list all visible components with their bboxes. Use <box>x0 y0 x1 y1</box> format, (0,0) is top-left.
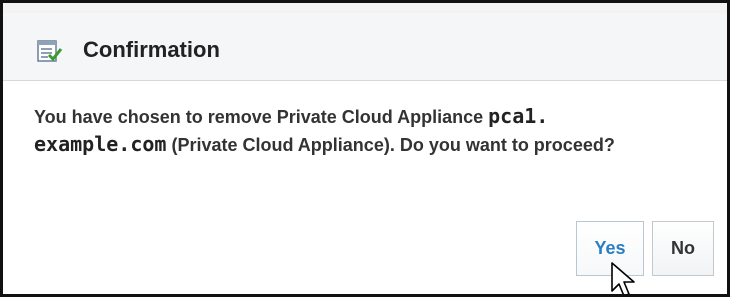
target-hostname-part1: pca1. <box>488 104 549 128</box>
dialog-header: Confirmation <box>3 13 727 81</box>
dialog-title: Confirmation <box>83 37 220 62</box>
message-text-end: (Private Cloud Appliance). Do you want t… <box>166 135 615 155</box>
confirmation-dialog: Confirmation You have chosen to remove P… <box>0 0 730 297</box>
confirmation-icon <box>37 40 62 62</box>
dialog-message: You have chosen to remove Private Cloud … <box>34 103 714 159</box>
message-text-start: You have chosen to remove Private Cloud … <box>34 107 489 127</box>
background-window-strip <box>3 3 727 13</box>
no-button[interactable]: No <box>652 221 714 276</box>
target-hostname-part2: example.com <box>34 132 167 156</box>
mouse-pointer-icon <box>611 262 635 294</box>
